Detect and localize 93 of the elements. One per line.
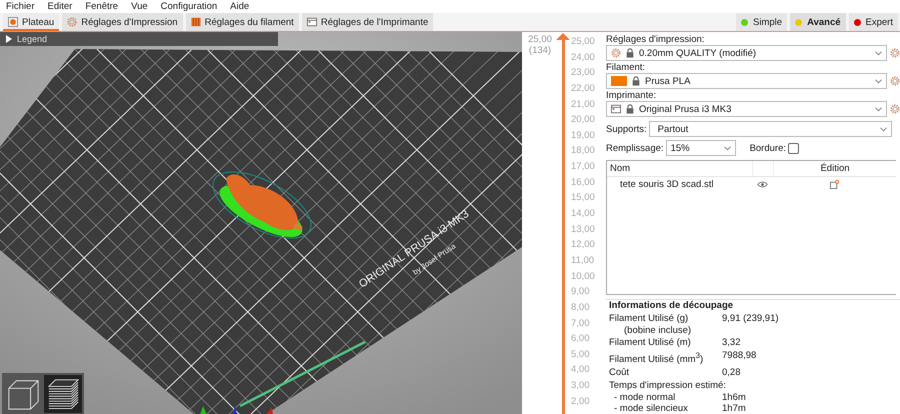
info-label: Filament Utilisé (g)	[609, 312, 690, 325]
slider-thumb[interactable]	[556, 33, 570, 40]
menu-item[interactable]: Editer	[48, 1, 72, 12]
mode-button[interactable]: Simple	[736, 13, 788, 31]
field-label: Supports:	[606, 124, 647, 134]
gear-icon	[67, 17, 78, 27]
tick-label: 4,00	[571, 364, 590, 376]
mode-button[interactable]: Expert	[848, 13, 898, 31]
tab[interactable]: Réglages du filament	[186, 13, 299, 31]
tick-label: 8,00	[571, 302, 590, 313]
edit-icon[interactable]	[830, 180, 839, 189]
tick-label: 9,00	[571, 286, 590, 298]
field-label: Imprimante:	[606, 90, 658, 101]
legend-label: Legend	[17, 34, 48, 44]
layer-height-label: 25,00	[528, 34, 552, 45]
supports-dropdown[interactable]: Partout	[648, 121, 892, 137]
plate-icon	[8, 17, 18, 27]
section-title: Informations de découpage	[608, 300, 734, 312]
caret-icon	[875, 106, 882, 112]
tick-label: 2,00	[571, 396, 590, 407]
column-header[interactable]: Édition	[774, 161, 896, 176]
gear-icon	[611, 48, 621, 58]
column-header[interactable]: Nom	[607, 161, 753, 176]
infill-dropdown[interactable]: 15%	[666, 140, 736, 156]
printer-icon	[306, 17, 317, 27]
preset-dropdown[interactable]: 0.20mm QUALITY (modifié)	[606, 45, 887, 61]
tick-label: 14,00	[571, 208, 595, 220]
tick-label: 22,00	[571, 82, 595, 94]
preset-dropdown[interactable]: Original Prusa i3 MK3	[606, 101, 887, 117]
caret-icon	[880, 126, 887, 132]
info-value: 0,28	[722, 366, 740, 380]
info-value: 3,32	[722, 336, 740, 349]
layers-view-button[interactable]	[44, 375, 82, 413]
info-value: 1h7m	[722, 403, 746, 414]
expand-icon	[6, 35, 12, 43]
settings-icon[interactable]	[890, 48, 900, 58]
tick-label: 6,00	[571, 333, 590, 344]
settings-icon[interactable]	[890, 104, 900, 114]
tick-label: 13,00	[571, 224, 595, 235]
tick-label: 17,00	[571, 161, 595, 172]
tick-label: 16,00	[571, 176, 595, 188]
settings-icon[interactable]	[890, 76, 900, 86]
checkbox[interactable]	[788, 142, 799, 154]
field-label: Filament:	[606, 62, 646, 73]
preset-dropdown[interactable]: Prusa PLA	[606, 73, 887, 89]
tick-label: 5,00	[571, 348, 590, 360]
menu-item[interactable]: Configuration	[160, 1, 218, 12]
mode-button[interactable]: Avancé	[790, 13, 846, 31]
info-value: 1h6m	[722, 392, 746, 404]
tab[interactable]: Plateau	[3, 13, 60, 31]
tick-label: 21,00	[571, 98, 595, 110]
menu-item[interactable]: Fichier	[6, 1, 35, 12]
tick-label: 11,00	[571, 254, 595, 266]
tick-label: 24,00	[571, 52, 595, 63]
info-label: Filament Utilisé (m)	[609, 336, 692, 349]
legend-bar[interactable]: Legend	[0, 32, 278, 46]
caret-icon	[875, 50, 882, 56]
info-label: Coût	[609, 366, 630, 380]
tick-label: 20,00	[571, 114, 595, 126]
lock-icon	[625, 48, 635, 58]
caret-icon	[724, 146, 731, 150]
tick-label: 23,00	[571, 67, 595, 78]
info-label: Filament Utilisé (mm$^{3}$)	[609, 350, 704, 366]
tick-label: 15,00	[571, 192, 595, 204]
info-value: 9,91 (239,91)	[722, 312, 779, 325]
tick-label: 19,00	[571, 130, 595, 141]
tick-label: 3,00	[571, 380, 590, 392]
menu-item[interactable]: Fenêtre	[85, 1, 118, 12]
field-label: Réglages d'impression:	[606, 34, 706, 45]
tick-label: 12,00	[571, 239, 595, 250]
eye-icon[interactable]	[757, 181, 768, 188]
info-label: (bobine incluse)	[624, 325, 692, 336]
menu-item[interactable]: Aide	[230, 1, 250, 12]
spool-icon	[190, 17, 201, 27]
caret-icon	[875, 78, 882, 84]
printer-icon	[611, 104, 621, 114]
field-label: Bordure:	[750, 142, 786, 154]
color-swatch	[611, 76, 627, 86]
tick-label: 18,00	[571, 145, 595, 156]
lock-icon	[625, 104, 635, 114]
info-value: 7988,98	[722, 349, 756, 363]
tab[interactable]: Réglages d'Impression	[62, 13, 183, 31]
tab[interactable]: Réglages de l'Imprimante	[302, 13, 434, 31]
object-name[interactable]: tete souris 3D scad.stl	[607, 179, 755, 190]
tick-label: 7,00	[571, 318, 590, 329]
tick-label: 10,00	[571, 270, 595, 282]
info-label: - mode silencieux	[614, 403, 689, 414]
layer-number-label: (134)	[528, 45, 552, 56]
menu-item[interactable]: Vue	[131, 1, 148, 12]
field-label: Remplissage:	[606, 142, 664, 154]
info-label: - mode normal	[614, 392, 676, 404]
lock-icon	[631, 76, 641, 86]
tick-label: 25,00	[571, 36, 595, 47]
